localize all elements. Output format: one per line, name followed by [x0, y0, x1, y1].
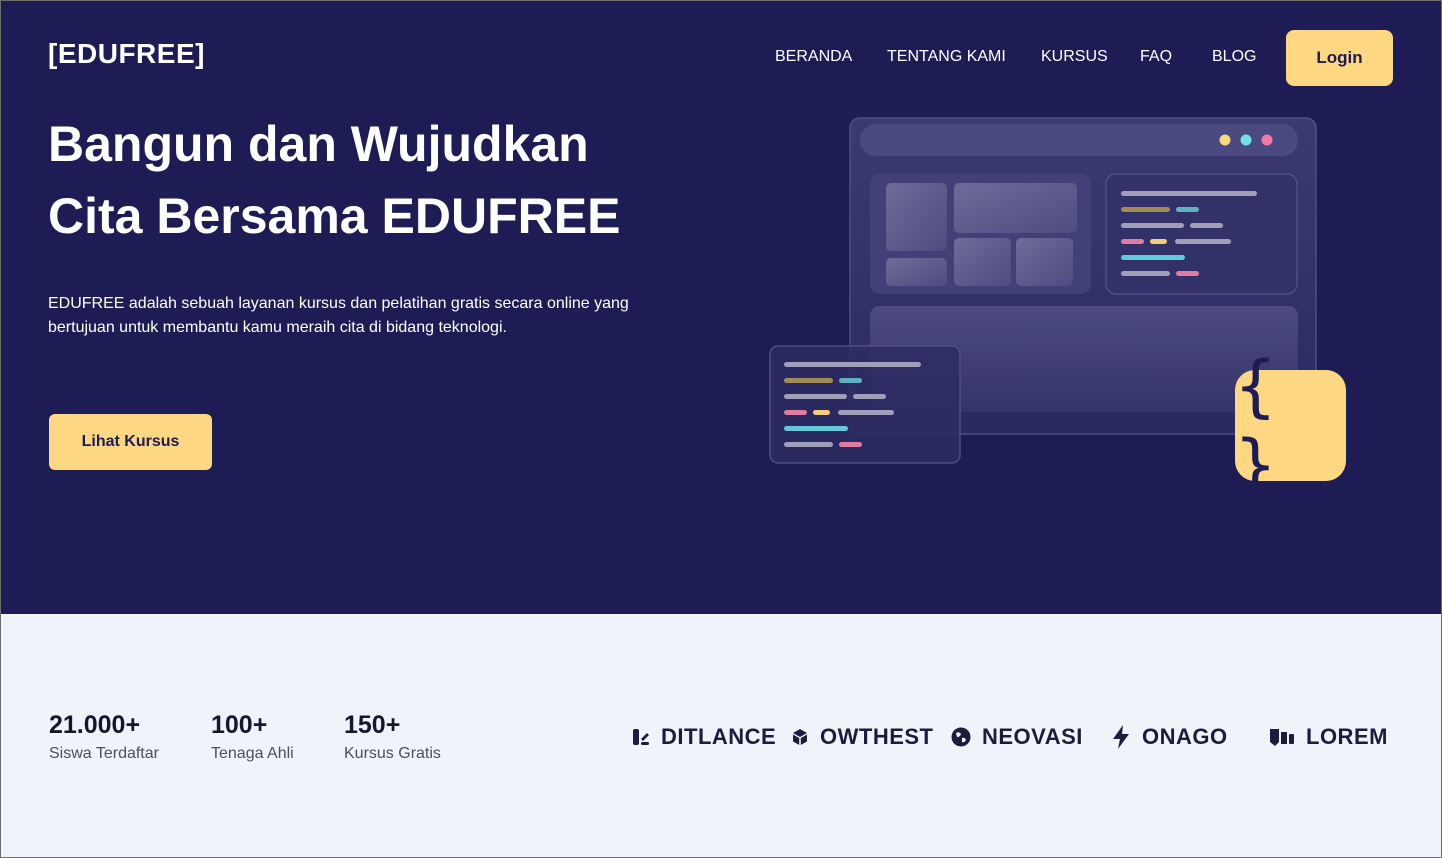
bolt-icon: [1113, 725, 1129, 749]
brand-ditlance: DITLANCE: [631, 724, 776, 750]
site-logo[interactable]: [EDUFREE]: [48, 38, 205, 70]
address-bar-shape: [860, 124, 1298, 156]
hero-description: EDUFREE adalah sebuah layanan kursus dan…: [48, 292, 728, 340]
brand-onago: ONAGO: [1110, 724, 1228, 750]
window-dot-pink: [1261, 134, 1273, 146]
brand-name: OWTHEST: [820, 724, 934, 749]
nav-kursus[interactable]: KURSUS: [1041, 48, 1108, 66]
stat-tenaga-ahli: 100+ Tenaga Ahli: [211, 708, 294, 766]
nav-blog[interactable]: BLOG: [1212, 48, 1256, 66]
description-line-2: bertujuan untuk membantu kamu meraih cit…: [48, 319, 507, 336]
brand-lorem: LOREM: [1268, 724, 1388, 750]
window-dot-yellow: [1219, 134, 1231, 146]
globe-icon: [951, 727, 971, 747]
lorem-icon: [1270, 729, 1294, 746]
brand-name: LOREM: [1306, 724, 1388, 749]
cube-icon: [793, 729, 807, 745]
ditlance-icon: [633, 729, 649, 745]
stat-value: 150+: [344, 711, 401, 739]
brand-name: NEOVASI: [982, 724, 1083, 749]
nav-beranda[interactable]: BERANDA: [775, 48, 852, 66]
stat-label: Tenaga Ahli: [211, 745, 294, 762]
stat-siswa: 21.000+ Siswa Terdaftar: [49, 708, 159, 766]
brand-name: DITLANCE: [661, 724, 777, 749]
stat-kursus-gratis: 150+ Kursus Gratis: [344, 708, 441, 766]
description-line-1: EDUFREE adalah sebuah layanan kursus dan…: [48, 295, 629, 312]
brand-neovasi: NEOVASI: [950, 724, 1083, 750]
nav-tentang-kami[interactable]: TENTANG KAMI: [887, 48, 1006, 66]
stat-label: Kursus Gratis: [344, 745, 441, 762]
login-button[interactable]: Login: [1286, 30, 1393, 86]
brand-name: ONAGO: [1142, 724, 1228, 749]
code-braces-icon: { }: [1235, 347, 1346, 505]
stat-value: 21.000+: [49, 711, 141, 739]
nav-faq[interactable]: FAQ: [1140, 48, 1172, 66]
hero-headline: Bangun dan Wujudkan Cita Bersama EDUFREE: [48, 108, 748, 252]
braces-glyph: { }: [1235, 346, 1276, 505]
headline-line-2: Cita Bersama EDUFREE: [48, 188, 621, 244]
stat-value: 100+: [211, 711, 268, 739]
brand-owthest: OWTHEST: [790, 724, 934, 750]
lihat-kursus-button[interactable]: Lihat Kursus: [49, 414, 212, 470]
window-dot-cyan: [1240, 134, 1252, 146]
headline-line-1: Bangun dan Wujudkan: [48, 116, 589, 172]
stat-label: Siswa Terdaftar: [49, 745, 159, 762]
